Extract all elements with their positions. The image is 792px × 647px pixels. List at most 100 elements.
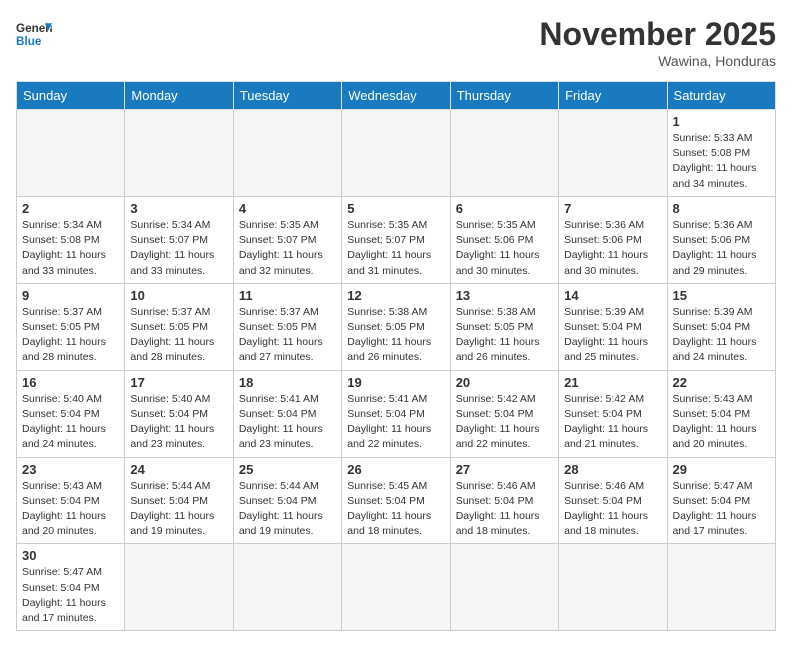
calendar-cell: 9Sunrise: 5:37 AM Sunset: 5:05 PM Daylig…	[17, 283, 125, 370]
day-info: Sunrise: 5:36 AM Sunset: 5:06 PM Dayligh…	[673, 218, 770, 279]
calendar-cell: 8 Sunrise: 5:36 AM Sunset: 5:06 PM Daylig…	[667, 196, 775, 283]
page-header: General Blue November 2025 Wawina, Hondu…	[16, 16, 776, 69]
day-info: Sunrise: 5:39 AM Sunset: 5:04 PM Dayligh…	[564, 305, 661, 366]
calendar-cell: 20 Sunrise: 5:42 AM Sunset: 5:04 PM Dayli…	[450, 370, 558, 457]
calendar-cell: 17 Sunrise: 5:40 AM Sunset: 5:04 PM Dayli…	[125, 370, 233, 457]
col-header-saturday: Saturday	[667, 82, 775, 110]
col-header-friday: Friday	[559, 82, 667, 110]
day-info: Sunrise: 5:44 AM Sunset: 5:04 PM Dayligh…	[239, 479, 336, 540]
calendar-cell: 25 Sunrise: 5:44 AM Sunset: 5:04 PM Dayli…	[233, 457, 341, 544]
calendar-cell: 22 Sunrise: 5:43 AM Sunset: 5:04 PM Dayli…	[667, 370, 775, 457]
calendar-cell	[233, 110, 341, 197]
day-info: Sunrise: 5:43 AM Sunset: 5:04 PM Dayligh…	[673, 392, 770, 453]
day-number: 21	[564, 375, 661, 390]
calendar-cell	[559, 544, 667, 631]
calendar-cell: 27 Sunrise: 5:46 AM Sunset: 5:04 PM Dayli…	[450, 457, 558, 544]
day-number: 25	[239, 462, 336, 477]
day-info: Sunrise: 5:46 AM Sunset: 5:04 PM Dayligh…	[456, 479, 553, 540]
day-number: 10	[130, 288, 227, 303]
day-info: Sunrise: 5:35 AM Sunset: 5:06 PM Dayligh…	[456, 218, 553, 279]
calendar-week-row: 23 Sunrise: 5:43 AM Sunset: 5:04 PM Dayli…	[17, 457, 776, 544]
calendar-cell	[342, 544, 450, 631]
day-info: Sunrise: 5:40 AM Sunset: 5:04 PM Dayligh…	[130, 392, 227, 453]
col-header-monday: Monday	[125, 82, 233, 110]
day-info: Sunrise: 5:41 AM Sunset: 5:04 PM Dayligh…	[239, 392, 336, 453]
day-info: Sunrise: 5:44 AM Sunset: 5:04 PM Dayligh…	[130, 479, 227, 540]
calendar-cell: 10 Sunrise: 5:37 AM Sunset: 5:05 PM Dayli…	[125, 283, 233, 370]
day-number: 27	[456, 462, 553, 477]
calendar-cell	[559, 110, 667, 197]
logo-icon: General Blue	[16, 16, 52, 52]
day-info: Sunrise: 5:34 AM Sunset: 5:07 PM Dayligh…	[130, 218, 227, 279]
day-number: 3	[130, 201, 227, 216]
calendar-cell	[450, 110, 558, 197]
day-number: 20	[456, 375, 553, 390]
calendar-cell: 23 Sunrise: 5:43 AM Sunset: 5:04 PM Dayli…	[17, 457, 125, 544]
calendar-cell: 3 Sunrise: 5:34 AM Sunset: 5:07 PM Daylig…	[125, 196, 233, 283]
calendar-week-row: 9Sunrise: 5:37 AM Sunset: 5:05 PM Daylig…	[17, 283, 776, 370]
day-info: Sunrise: 5:35 AM Sunset: 5:07 PM Dayligh…	[239, 218, 336, 279]
day-info: Sunrise: 5:42 AM Sunset: 5:04 PM Dayligh…	[564, 392, 661, 453]
calendar-cell	[125, 110, 233, 197]
calendar-cell: 12 Sunrise: 5:38 AM Sunset: 5:05 PM Dayli…	[342, 283, 450, 370]
day-number: 8	[673, 201, 770, 216]
col-header-thursday: Thursday	[450, 82, 558, 110]
day-info: Sunrise: 5:38 AM Sunset: 5:05 PM Dayligh…	[456, 305, 553, 366]
day-number: 23	[22, 462, 119, 477]
calendar-week-row: 1Sunrise: 5:33 AM Sunset: 5:08 PM Daylig…	[17, 110, 776, 197]
day-number: 28	[564, 462, 661, 477]
calendar-cell: 28 Sunrise: 5:46 AM Sunset: 5:04 PM Dayli…	[559, 457, 667, 544]
day-info: Sunrise: 5:43 AM Sunset: 5:04 PM Dayligh…	[22, 479, 119, 540]
day-number: 6	[456, 201, 553, 216]
calendar-week-row: 30Sunrise: 5:47 AM Sunset: 5:04 PM Dayli…	[17, 544, 776, 631]
day-number: 19	[347, 375, 444, 390]
day-info: Sunrise: 5:37 AM Sunset: 5:05 PM Dayligh…	[130, 305, 227, 366]
day-info: Sunrise: 5:42 AM Sunset: 5:04 PM Dayligh…	[456, 392, 553, 453]
day-number: 26	[347, 462, 444, 477]
col-header-wednesday: Wednesday	[342, 82, 450, 110]
calendar-cell: 16Sunrise: 5:40 AM Sunset: 5:04 PM Dayli…	[17, 370, 125, 457]
calendar-cell	[233, 544, 341, 631]
svg-text:Blue: Blue	[16, 35, 42, 48]
day-number: 22	[673, 375, 770, 390]
calendar-cell: 6 Sunrise: 5:35 AM Sunset: 5:06 PM Daylig…	[450, 196, 558, 283]
calendar-cell	[17, 110, 125, 197]
calendar-cell: 5 Sunrise: 5:35 AM Sunset: 5:07 PM Daylig…	[342, 196, 450, 283]
day-number: 29	[673, 462, 770, 477]
day-number: 15	[673, 288, 770, 303]
day-info: Sunrise: 5:35 AM Sunset: 5:07 PM Dayligh…	[347, 218, 444, 279]
calendar-cell	[342, 110, 450, 197]
day-info: Sunrise: 5:39 AM Sunset: 5:04 PM Dayligh…	[673, 305, 770, 366]
day-number: 5	[347, 201, 444, 216]
day-number: 2	[22, 201, 119, 216]
title-block: November 2025 Wawina, Honduras	[539, 16, 776, 69]
day-info: Sunrise: 5:47 AM Sunset: 5:04 PM Dayligh…	[22, 565, 119, 626]
day-info: Sunrise: 5:33 AM Sunset: 5:08 PM Dayligh…	[673, 131, 770, 192]
calendar-cell: 14Sunrise: 5:39 AM Sunset: 5:04 PM Dayli…	[559, 283, 667, 370]
day-number: 24	[130, 462, 227, 477]
day-number: 11	[239, 288, 336, 303]
logo: General Blue	[16, 16, 52, 52]
day-number: 12	[347, 288, 444, 303]
calendar-cell: 1Sunrise: 5:33 AM Sunset: 5:08 PM Daylig…	[667, 110, 775, 197]
calendar-cell: 15 Sunrise: 5:39 AM Sunset: 5:04 PM Dayli…	[667, 283, 775, 370]
day-info: Sunrise: 5:47 AM Sunset: 5:04 PM Dayligh…	[673, 479, 770, 540]
month-title: November 2025	[539, 16, 776, 53]
calendar-cell: 11Sunrise: 5:37 AM Sunset: 5:05 PM Dayli…	[233, 283, 341, 370]
day-info: Sunrise: 5:34 AM Sunset: 5:08 PM Dayligh…	[22, 218, 119, 279]
day-info: Sunrise: 5:45 AM Sunset: 5:04 PM Dayligh…	[347, 479, 444, 540]
calendar-cell	[125, 544, 233, 631]
day-number: 18	[239, 375, 336, 390]
calendar-cell: 19Sunrise: 5:41 AM Sunset: 5:04 PM Dayli…	[342, 370, 450, 457]
day-info: Sunrise: 5:46 AM Sunset: 5:04 PM Dayligh…	[564, 479, 661, 540]
day-number: 17	[130, 375, 227, 390]
col-header-sunday: Sunday	[17, 82, 125, 110]
calendar-cell	[450, 544, 558, 631]
location: Wawina, Honduras	[539, 53, 776, 69]
day-info: Sunrise: 5:38 AM Sunset: 5:05 PM Dayligh…	[347, 305, 444, 366]
calendar-cell: 21 Sunrise: 5:42 AM Sunset: 5:04 PM Dayli…	[559, 370, 667, 457]
calendar-cell: 4Sunrise: 5:35 AM Sunset: 5:07 PM Daylig…	[233, 196, 341, 283]
day-info: Sunrise: 5:36 AM Sunset: 5:06 PM Dayligh…	[564, 218, 661, 279]
calendar-week-row: 16Sunrise: 5:40 AM Sunset: 5:04 PM Dayli…	[17, 370, 776, 457]
calendar-cell: 26 Sunrise: 5:45 AM Sunset: 5:04 PM Dayli…	[342, 457, 450, 544]
